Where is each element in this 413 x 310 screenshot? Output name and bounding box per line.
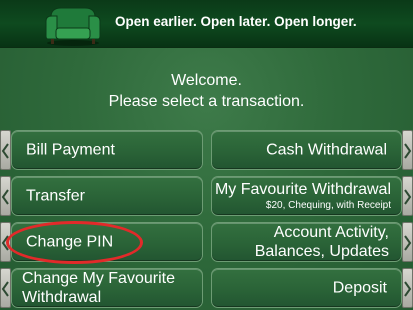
arrow-left-icon [1,189,9,205]
left-side-key-4[interactable] [0,268,11,308]
button-sublabel: $20, Chequing, with Receipt [265,200,391,211]
right-side-key-3[interactable] [402,222,413,262]
welcome-line-1: Welcome. [171,72,242,89]
left-side-key-2[interactable] [0,176,11,216]
button-label-line-2: Withdrawal [22,289,102,306]
account-activity-button[interactable]: Account Activity, Balances, Updates [211,222,402,262]
change-favourite-withdrawal-button[interactable]: Change My Favourite Withdrawal [11,268,203,308]
cash-withdrawal-button[interactable]: Cash Withdrawal [211,130,402,170]
top-banner: Open earlier. Open later. Open longer. [0,0,413,48]
left-side-key-3[interactable] [0,222,11,262]
button-label: Transfer [26,187,85,205]
arrow-right-icon [404,281,412,297]
arrow-right-icon [404,189,412,205]
button-label-line-1: Change My Favourite [22,270,175,287]
button-label: Bill Payment [26,141,115,159]
arrow-left-icon [1,281,9,297]
right-side-key-2[interactable] [402,176,413,216]
slogan-text: Open earlier. Open later. Open longer. [115,14,357,29]
arrow-left-icon [1,235,9,251]
arrow-right-icon [404,143,412,159]
bill-payment-button[interactable]: Bill Payment [11,130,203,170]
left-side-key-1[interactable] [0,130,11,170]
button-label-line-2: Balances, Updates [254,243,389,260]
button-label-main: My Favourite Withdrawal [214,181,391,198]
button-label: Change My Favourite Withdrawal [22,269,175,307]
button-label: Cash Withdrawal [266,141,387,159]
button-label: My Favourite Withdrawal $20, Chequing, w… [215,180,391,212]
button-label: Account Activity, Balances, Updates [255,223,389,261]
arrow-right-icon [404,235,412,251]
welcome-line-2: Please select a transaction. [108,93,305,110]
button-label: Change PIN [26,233,114,251]
button-label-line-1: Account Activity, [273,224,389,241]
favourite-withdrawal-button[interactable]: My Favourite Withdrawal $20, Chequing, w… [211,176,402,216]
change-pin-button[interactable]: Change PIN [11,222,203,262]
deposit-button[interactable]: Deposit [211,268,402,308]
welcome-message: Welcome. Please select a transaction. [0,70,413,112]
right-side-key-1[interactable] [402,130,413,170]
transfer-button[interactable]: Transfer [11,176,203,216]
arrow-left-icon [1,143,9,159]
button-label: Deposit [332,279,387,297]
right-side-key-4[interactable] [402,268,413,308]
armchair-logo-icon [45,7,101,46]
